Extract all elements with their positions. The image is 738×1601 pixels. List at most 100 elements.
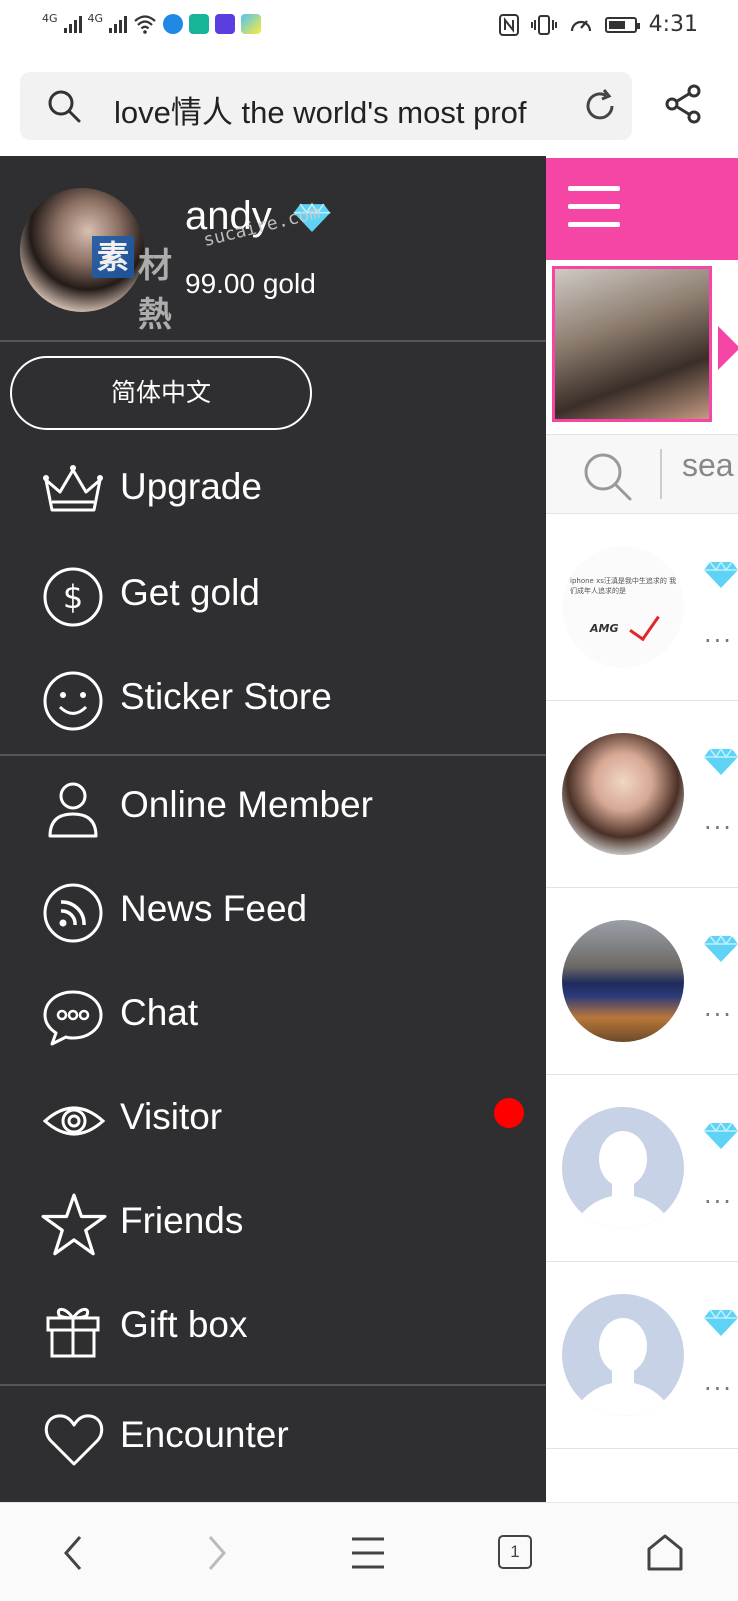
crown-icon xyxy=(43,465,103,512)
clock: 4:31 xyxy=(648,12,698,37)
menu-item-gift-box[interactable]: Gift box xyxy=(0,1276,546,1382)
menu-label: Chat xyxy=(120,992,199,1033)
tabs-button[interactable]: 1 xyxy=(498,1535,534,1571)
chat-bubble-icon xyxy=(43,990,103,1046)
search-icon xyxy=(48,90,81,123)
notification-badge xyxy=(494,1098,524,1128)
cover-photo[interactable] xyxy=(552,266,712,422)
background-page: sea iphone xs汪滇是我中生追求的 我们成年人追求的是 AMG ...… xyxy=(546,156,738,1502)
default-avatar-icon xyxy=(562,1107,684,1229)
page-header xyxy=(546,158,738,260)
cover-arrow-icon xyxy=(718,326,738,370)
gold-balance: 99.00 gold xyxy=(185,268,316,299)
side-drawer: andy 99.00 gold 素 材熱 sucaire.com 简体中文 Up… xyxy=(0,156,546,1502)
tab-count: 1 xyxy=(498,1535,532,1569)
list-item[interactable]: ... xyxy=(546,888,738,1075)
menu-item-friends[interactable]: Friends xyxy=(0,1172,546,1278)
language-button[interactable]: 简体中文 xyxy=(10,356,312,430)
menu-item-online-member[interactable]: Online Member xyxy=(0,756,546,862)
menu-label: Upgrade xyxy=(120,466,262,507)
menu-item-get-gold[interactable]: $ Get gold xyxy=(0,544,546,650)
diamond-icon xyxy=(704,1308,738,1336)
eye-icon xyxy=(42,1106,106,1136)
status-bar: 4G 4G 4:31 xyxy=(0,0,738,56)
menu-label: News Feed xyxy=(120,888,308,929)
network-type-2: 4G xyxy=(87,11,104,25)
more-dots[interactable]: ... xyxy=(704,1368,733,1396)
more-dots[interactable]: ... xyxy=(704,1181,733,1209)
share-icon[interactable] xyxy=(664,84,704,124)
watermark-logo: 素 材熱 sucaire.com xyxy=(92,202,322,335)
dollar-icon: $ xyxy=(43,567,103,627)
amg-logo: AMG xyxy=(590,622,619,635)
status-left: 4G 4G xyxy=(42,11,262,34)
gift-icon xyxy=(46,1307,100,1358)
menu-label: Visitor xyxy=(120,1096,223,1137)
url-text[interactable]: love情人 the world's most prof xyxy=(114,87,574,132)
more-dots[interactable]: ... xyxy=(704,807,733,835)
search-icon xyxy=(584,453,632,501)
menu-item-upgrade[interactable]: Upgrade xyxy=(0,438,546,544)
diamond-icon xyxy=(704,560,738,588)
page-search-bar[interactable]: sea xyxy=(546,434,738,514)
menu-item-sticker-store[interactable]: Sticker Store xyxy=(0,648,546,754)
list-item[interactable]: iphone xs汪滇是我中生追求的 我们成年人追求的是 AMG ... xyxy=(546,514,738,701)
menu-label: Gift box xyxy=(120,1304,248,1345)
app-icon-plane xyxy=(241,14,262,34)
watermark-text: 材熱 xyxy=(138,246,176,335)
address-bar[interactable]: love情人 the world's most prof xyxy=(20,72,632,140)
menu-label: Sticker Store xyxy=(120,676,332,717)
menu-item-chat[interactable]: Chat xyxy=(0,964,546,1070)
watermark-glyph: 素 xyxy=(92,236,134,278)
avatar xyxy=(562,733,684,855)
battery-icon xyxy=(604,16,640,33)
speed-icon xyxy=(570,19,591,31)
star-icon xyxy=(41,1193,107,1256)
heart-icon xyxy=(44,1414,104,1466)
browser-bottom-nav: 1 xyxy=(0,1502,738,1601)
reload-icon[interactable] xyxy=(582,88,618,124)
more-dots[interactable]: ... xyxy=(704,620,733,648)
menu-item-visitor[interactable]: Visitor xyxy=(0,1068,546,1174)
menu-label: Encounter xyxy=(120,1414,289,1455)
home-icon[interactable] xyxy=(644,1531,686,1573)
avatar: iphone xs汪滇是我中生追求的 我们成年人追求的是 AMG xyxy=(562,546,684,668)
search-divider xyxy=(660,449,662,499)
smiley-icon xyxy=(43,671,103,731)
forward-icon[interactable] xyxy=(206,1533,230,1573)
app-icon-purple xyxy=(215,14,236,34)
diamond-icon xyxy=(704,1121,738,1149)
page-search-placeholder: sea xyxy=(682,447,734,483)
hamburger-icon[interactable] xyxy=(568,186,620,240)
browser-app-icon xyxy=(163,14,184,34)
list-item[interactable]: ... xyxy=(546,701,738,888)
menu-label: Get gold xyxy=(120,572,260,613)
vibrate-icon xyxy=(530,14,557,35)
network-type-1: 4G xyxy=(42,11,58,25)
signal-icon-2 xyxy=(109,15,128,33)
nfc-icon xyxy=(498,13,519,36)
svg-text:$: $ xyxy=(63,578,83,616)
default-avatar-icon xyxy=(562,1294,684,1416)
list-item[interactable]: ... xyxy=(546,1075,738,1262)
person-icon xyxy=(48,782,98,838)
avatar xyxy=(562,920,684,1042)
list-item[interactable]: ... xyxy=(546,1262,738,1449)
diamond-icon xyxy=(704,747,738,775)
profile-header[interactable]: andy 99.00 gold 素 材熱 sucaire.com xyxy=(0,156,546,342)
checkmark-icon xyxy=(629,607,660,642)
app-icon-green xyxy=(189,14,210,34)
status-right: 4:31 xyxy=(498,12,698,37)
more-dots[interactable]: ... xyxy=(704,994,733,1022)
menu-item-encounter[interactable]: Encounter xyxy=(0,1386,546,1492)
rss-icon xyxy=(43,883,103,943)
menu-item-news-feed[interactable]: News Feed xyxy=(0,860,546,966)
avatar-caption: iphone xs汪滇是我中生追求的 我们成年人追求的是 xyxy=(570,577,677,595)
menu-icon[interactable] xyxy=(350,1535,386,1571)
wifi-icon xyxy=(134,15,156,34)
back-icon[interactable] xyxy=(60,1533,84,1573)
signal-icon xyxy=(63,15,82,33)
menu-label: Online Member xyxy=(120,784,373,825)
menu-label: Friends xyxy=(120,1200,244,1241)
diamond-icon xyxy=(704,934,738,962)
